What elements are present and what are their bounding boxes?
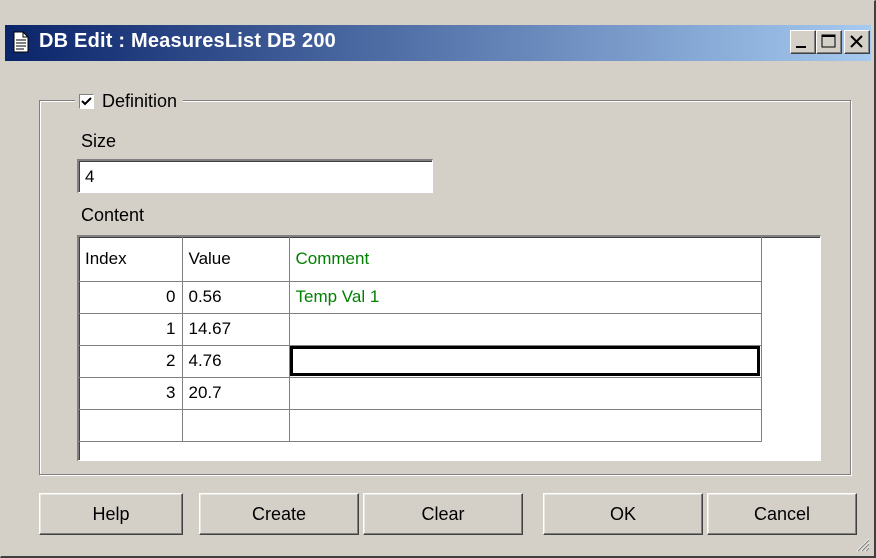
column-header-value[interactable]: Value [182, 237, 290, 282]
comment-cell[interactable] [289, 377, 762, 410]
close-button[interactable] [844, 30, 870, 54]
maximize-button[interactable] [816, 30, 842, 54]
cancel-button[interactable]: Cancel [707, 493, 857, 535]
definition-checkbox[interactable] [79, 93, 94, 109]
value-cell[interactable]: 20.7 [182, 377, 290, 410]
definition-label: Definition [102, 90, 178, 111]
title-bar[interactable]: DB Edit : MeasuresList DB 200 [5, 25, 871, 61]
table-row [79, 409, 762, 442]
definition-legend[interactable]: Definition [75, 89, 184, 113]
column-header-comment[interactable]: Comment [289, 237, 762, 282]
content-table: Index Value Comment 0 0.56 Temp Val 1 1 … [79, 237, 762, 442]
size-label: Size [81, 131, 117, 151]
value-cell[interactable]: 4.76 [182, 345, 290, 378]
value-cell[interactable]: 0.56 [182, 281, 290, 314]
clear-button[interactable]: Clear [363, 493, 523, 535]
content-grid[interactable]: Index Value Comment 0 0.56 Temp Val 1 1 … [77, 235, 821, 461]
resize-grip-icon[interactable] [854, 536, 870, 552]
index-cell[interactable]: 0 [79, 281, 183, 314]
comment-cell[interactable] [289, 313, 762, 346]
index-cell[interactable] [79, 409, 183, 442]
table-header-row: Index Value Comment [79, 237, 762, 282]
comment-cell[interactable] [289, 409, 762, 442]
create-button[interactable]: Create [199, 493, 359, 535]
table-row: 3 20.7 [79, 377, 762, 410]
ok-button[interactable]: OK [543, 493, 703, 535]
value-cell[interactable] [182, 409, 290, 442]
index-cell[interactable]: 3 [79, 377, 183, 410]
size-input[interactable] [77, 159, 433, 193]
table-row: 0 0.56 Temp Val 1 [79, 281, 762, 314]
db-edit-window: DB Edit : MeasuresList DB 200 Definition… [0, 0, 876, 558]
table-row: 1 14.67 [79, 313, 762, 346]
index-cell[interactable]: 2 [79, 345, 183, 378]
content-label: Content [81, 205, 145, 225]
comment-cell[interactable]: Temp Val 1 [289, 281, 762, 314]
minimize-button[interactable] [790, 30, 816, 54]
window-title: DB Edit : MeasuresList DB 200 [39, 30, 336, 52]
column-header-index[interactable]: Index [79, 237, 183, 282]
value-cell[interactable]: 14.67 [182, 313, 290, 346]
help-button[interactable]: Help [39, 493, 183, 535]
index-cell[interactable]: 1 [79, 313, 183, 346]
table-row: 2 4.76 [79, 345, 762, 378]
comment-cell-selected[interactable] [289, 345, 762, 378]
document-icon [13, 31, 29, 53]
